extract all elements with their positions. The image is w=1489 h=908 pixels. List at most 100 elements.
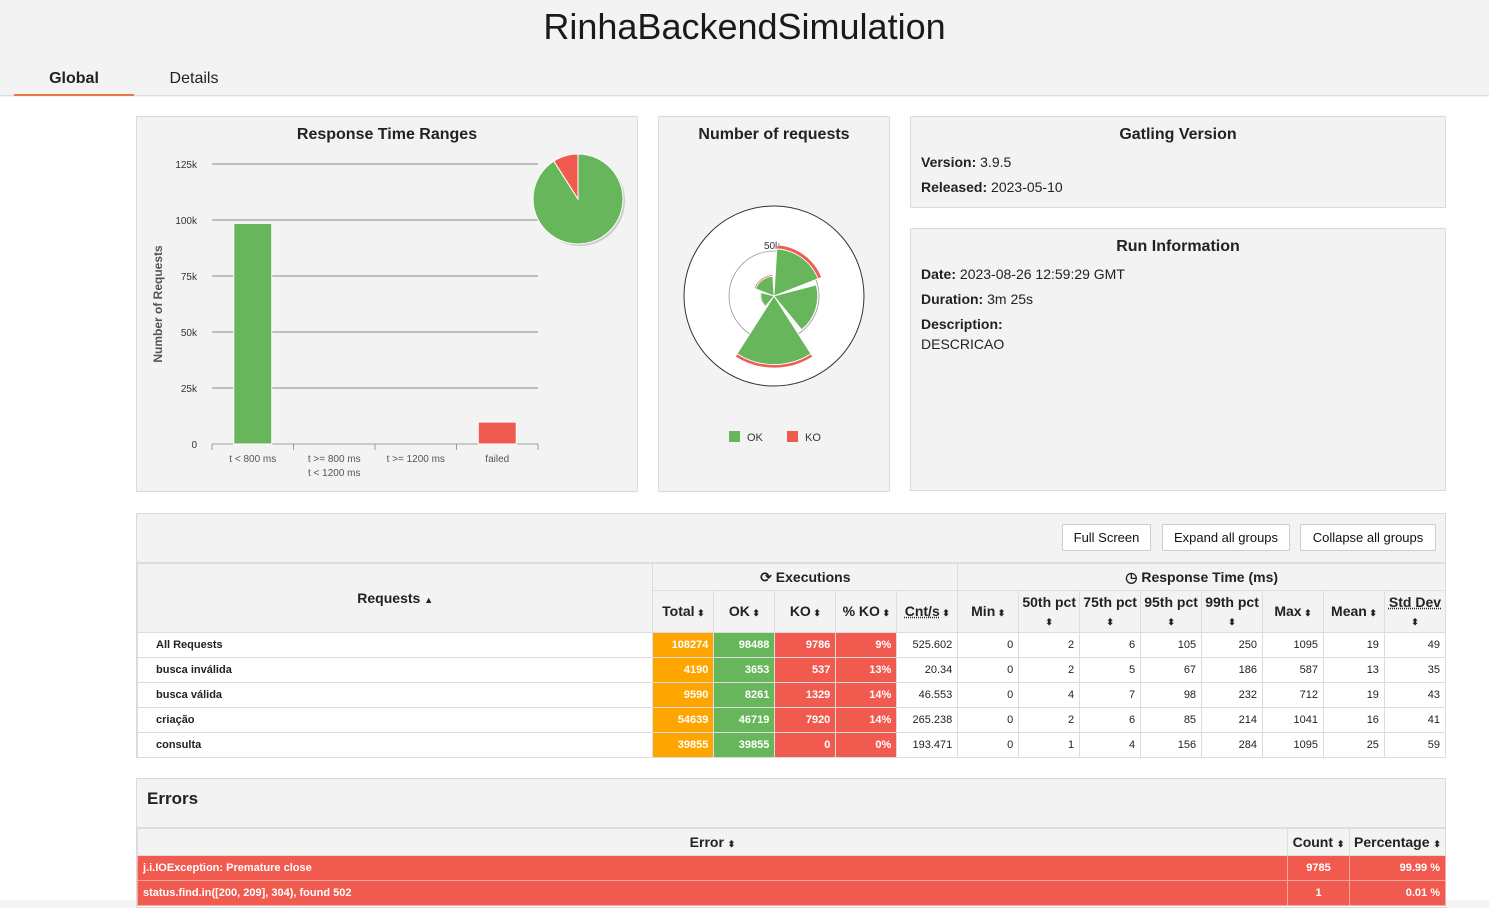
errors-header: Errors bbox=[137, 779, 1445, 828]
column-header[interactable]: Cnt/s ⬍ bbox=[896, 590, 959, 633]
number-of-requests-chart: 50k0OKKO bbox=[683, 205, 865, 444]
y-tick-label: 50k bbox=[181, 328, 198, 339]
column-header-label: OK bbox=[728, 602, 750, 619]
number-of-requests-card: Number of requests 50k0OKKO bbox=[658, 116, 890, 492]
sort-icon: ⬍ bbox=[694, 607, 705, 618]
column-header[interactable]: 95th pct ⬍ bbox=[1140, 590, 1203, 633]
table-cell: 2 bbox=[1018, 657, 1081, 683]
y-tick-label: 25k bbox=[181, 384, 198, 395]
column-header[interactable]: Mean ⬍ bbox=[1322, 590, 1385, 633]
tab-details[interactable]: Details bbox=[134, 70, 254, 88]
refresh-icon: ⟳ bbox=[760, 568, 772, 585]
column-header-label: KO bbox=[789, 602, 811, 619]
column-header-label: Min bbox=[971, 602, 996, 619]
response-time-header-label: Response Time (ms) bbox=[1141, 568, 1279, 585]
request-name[interactable]: All Requests bbox=[136, 632, 654, 658]
column-header[interactable]: 50th pct ⬍ bbox=[1018, 590, 1081, 633]
expand-all-groups-button[interactable]: Expand all groups bbox=[1162, 524, 1290, 551]
table-cell: 2 bbox=[1018, 632, 1081, 658]
request-name[interactable]: busca inválida bbox=[136, 657, 654, 683]
table-cell: 13% bbox=[835, 657, 898, 683]
error-percentage: 0.01 % bbox=[1349, 880, 1446, 906]
table-cell: 8261 bbox=[713, 682, 776, 708]
error-column-header[interactable]: Error ⬍ bbox=[136, 828, 1289, 856]
y-tick-label: 75k bbox=[181, 272, 198, 283]
request-name[interactable]: criação bbox=[136, 707, 654, 733]
x-tick-label: failed bbox=[485, 454, 509, 465]
collapse-all-groups-button[interactable]: Collapse all groups bbox=[1300, 524, 1436, 551]
errors-table: Error ⬍ Count ⬍ Percentage ⬍ j.i.IOExcep… bbox=[136, 828, 1446, 906]
requests-column-header[interactable]: Requests ▲ bbox=[136, 563, 654, 633]
error-header-label: Error bbox=[689, 834, 724, 850]
legend-label[interactable]: KO bbox=[805, 432, 821, 444]
table-cell: 4 bbox=[1079, 732, 1142, 758]
table-cell: 537 bbox=[774, 657, 837, 683]
count-column-header[interactable]: Count ⬍ bbox=[1287, 828, 1350, 856]
table-cell: 0 bbox=[957, 657, 1020, 683]
request-name[interactable]: consulta bbox=[136, 732, 654, 758]
column-header[interactable]: KO ⬍ bbox=[774, 590, 837, 633]
sort-icon: ⬍ bbox=[1366, 607, 1377, 618]
request-name[interactable]: busca válida bbox=[136, 682, 654, 708]
table-cell: 43 bbox=[1383, 682, 1447, 708]
top-bar: RinhaBackendSimulation Global Details bbox=[0, 0, 1489, 96]
version-row: Version: 3.9.5 bbox=[921, 154, 1445, 170]
table-cell: 0% bbox=[835, 732, 898, 758]
column-header[interactable]: Min ⬍ bbox=[957, 590, 1020, 633]
table-cell: 0 bbox=[957, 682, 1020, 708]
date-value: 2023-08-26 12:59:29 GMT bbox=[959, 266, 1125, 282]
executions-header-label: Executions bbox=[775, 568, 851, 585]
table-row[interactable]: consulta 39855 39855 0 0% 193.471 0 1 4 156 284 109… bbox=[136, 732, 1447, 758]
column-header[interactable]: Total ⬍ bbox=[652, 590, 715, 633]
column-header[interactable]: 75th pct ⬍ bbox=[1079, 590, 1142, 633]
statistics-table: Requests ▲ ⟳ Executions ◷ Response Time … bbox=[136, 563, 1447, 758]
column-header-label: Mean bbox=[1331, 602, 1367, 619]
errors-card: Errors Error ⬍ Count ⬍ Percentage ⬍ j.i.… bbox=[136, 778, 1446, 908]
column-header[interactable]: % KO ⬍ bbox=[835, 590, 898, 633]
error-count: 9785 bbox=[1287, 855, 1350, 881]
table-cell: 6 bbox=[1079, 707, 1142, 733]
sort-icon: ⬍ bbox=[1106, 616, 1114, 627]
main-content: Response Time Ranges 0 25k 50k 75k 100k 125k N… bbox=[0, 97, 1489, 908]
bar-3[interactable] bbox=[477, 421, 517, 445]
y-tick-label: 100k bbox=[175, 216, 198, 227]
column-header[interactable]: OK ⬍ bbox=[713, 590, 776, 633]
legend-swatch-ko bbox=[787, 431, 798, 442]
column-header[interactable]: Std Dev ⬍ bbox=[1383, 590, 1447, 633]
table-cell: 284 bbox=[1201, 732, 1264, 758]
table-cell: 250 bbox=[1201, 632, 1264, 658]
table-cell: 41 bbox=[1383, 707, 1447, 733]
table-cell: 54639 bbox=[652, 707, 715, 733]
date-label: Date: bbox=[921, 266, 957, 282]
table-cell: 59 bbox=[1383, 732, 1447, 758]
error-row: status.find.in([200, 209], 304), found 5… bbox=[136, 880, 1446, 906]
table-row[interactable]: busca válida 9590 8261 1329 14% 46.553 0 4 7 98 23… bbox=[136, 682, 1447, 708]
full-screen-button[interactable]: Full Screen bbox=[1062, 524, 1151, 551]
table-cell: 20.34 bbox=[896, 657, 959, 683]
table-row[interactable]: busca inválida 4190 3653 537 13% 20.34 0 2 5 67 18… bbox=[136, 657, 1447, 683]
percentage-column-header[interactable]: Percentage ⬍ bbox=[1349, 828, 1446, 856]
bar-0[interactable] bbox=[233, 222, 273, 445]
page-title: RinhaBackendSimulation bbox=[543, 6, 946, 47]
tab-global[interactable]: Global bbox=[14, 70, 134, 96]
column-header[interactable]: 99th pct ⬍ bbox=[1201, 590, 1264, 633]
table-row[interactable]: criação 54639 46719 7920 14% 265.238 0 2 6 85 214 1… bbox=[136, 707, 1447, 733]
duration-row: Duration: 3m 25s bbox=[921, 291, 1445, 307]
table-cell: 7 bbox=[1079, 682, 1142, 708]
error-row: j.i.IOException: Premature close 9785 99.9… bbox=[136, 855, 1446, 881]
y-axis-label: Number of Requests bbox=[151, 245, 165, 363]
column-header-label: 99th pct bbox=[1205, 593, 1259, 610]
duration-value: 3m 25s bbox=[987, 291, 1034, 307]
table-cell: 525.602 bbox=[896, 632, 959, 658]
table-cell: 13 bbox=[1322, 657, 1385, 683]
error-message: j.i.IOException: Premature close bbox=[136, 855, 1289, 881]
table-row[interactable]: All Requests 108274 98488 9786 9% 525.602 0 2 6 1… bbox=[136, 632, 1447, 658]
column-header-label: % KO bbox=[842, 602, 880, 619]
sort-asc-icon: ▲ bbox=[424, 595, 434, 605]
legend-label[interactable]: OK bbox=[747, 432, 764, 444]
column-header[interactable]: Max ⬍ bbox=[1262, 590, 1324, 633]
x-tick-label: t < 1200 ms bbox=[308, 468, 361, 479]
table-cell: 9786 bbox=[774, 632, 837, 658]
clock-icon: ◷ bbox=[1125, 568, 1138, 585]
table-cell: 105 bbox=[1140, 632, 1203, 658]
